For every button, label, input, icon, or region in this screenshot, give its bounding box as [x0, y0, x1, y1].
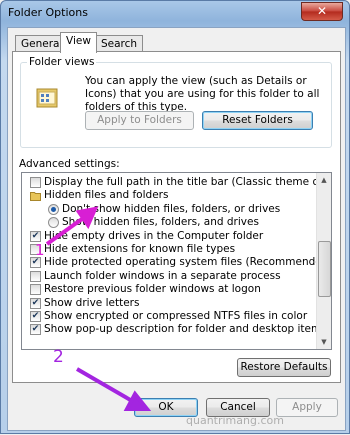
annotation-marker-2: 2: [53, 347, 64, 367]
annotation-marker-1: 1: [35, 241, 45, 259]
folder-options-window: Folder Options ✕ General View Search Fol…: [0, 0, 350, 434]
arrow-1-icon: [45, 206, 99, 246]
tab-view[interactable]: View: [60, 32, 97, 53]
annotation-overlay: [45, 206, 152, 411]
arrow-2-icon: [75, 367, 152, 411]
